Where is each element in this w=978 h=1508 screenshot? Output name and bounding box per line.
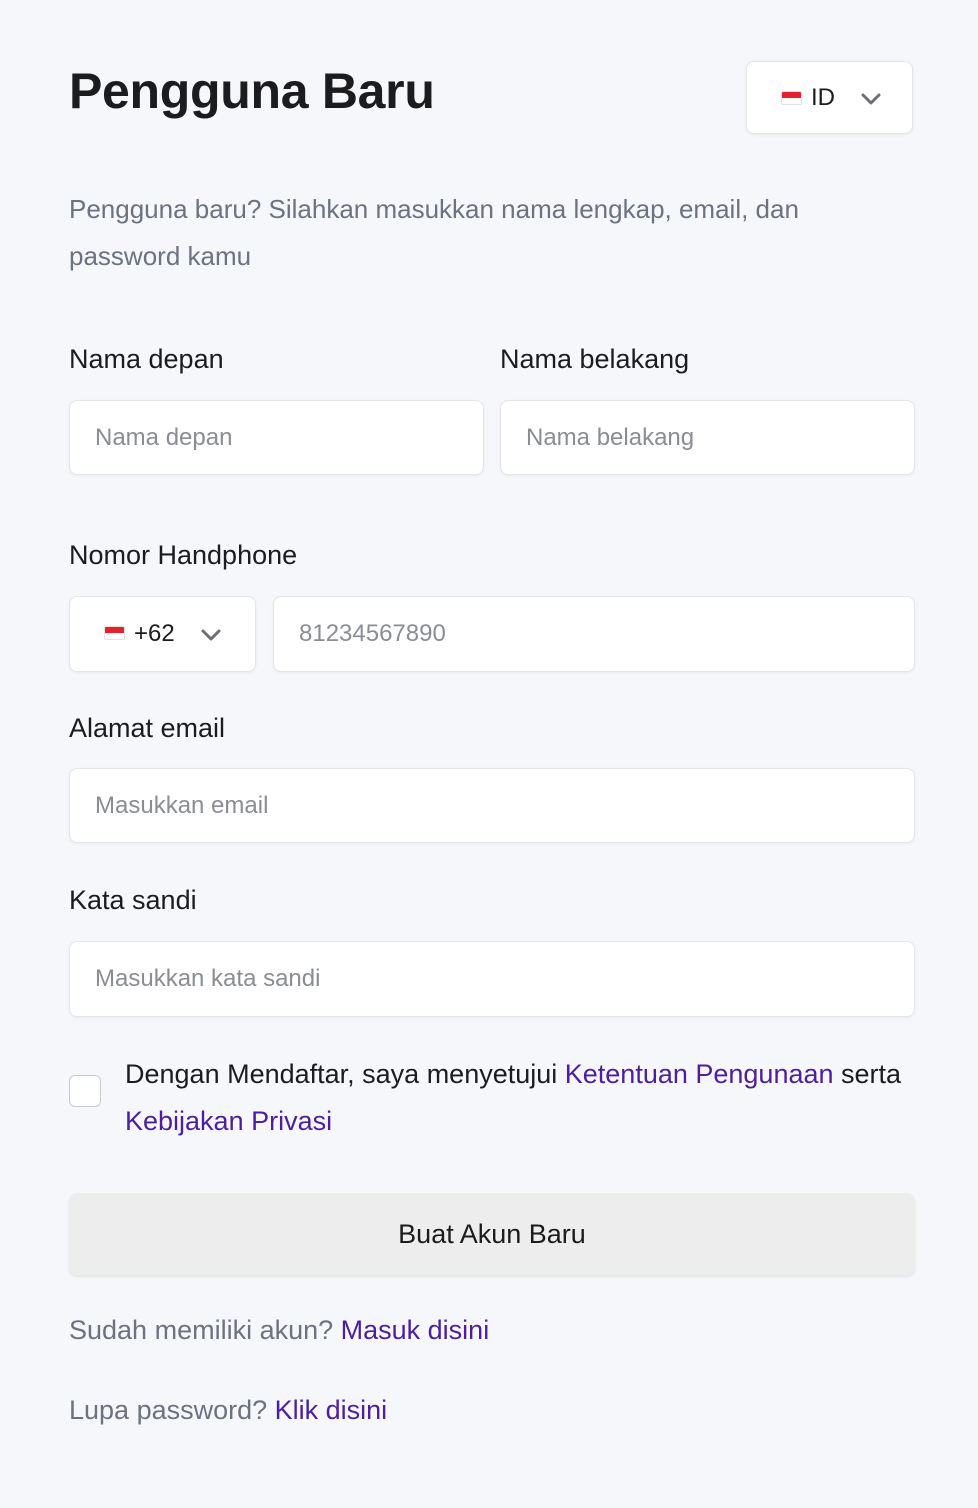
terms-text: Dengan Mendaftar, saya menyetujui Ketent… [125, 1051, 905, 1145]
phone-label: Nomor Handphone [69, 540, 298, 570]
last-name-label: Nama belakang [500, 344, 690, 374]
create-account-button[interactable]: Buat Akun Baru [69, 1193, 915, 1275]
indonesia-flag-icon [781, 91, 802, 105]
last-name-input[interactable] [500, 400, 915, 475]
country-code-value: +62 [134, 620, 175, 647]
terms-prefix: Dengan Mendaftar, saya menyetujui [125, 1059, 565, 1089]
indonesia-flag-icon [104, 626, 125, 640]
login-prompt: Sudah memiliki akun? Masuk disini [69, 1315, 489, 1346]
terms-checkbox[interactable] [69, 1075, 101, 1107]
password-label: Kata sandi [69, 885, 197, 915]
language-select[interactable]: ID [746, 61, 913, 134]
privacy-policy-link[interactable]: Kebijakan Privasi [125, 1106, 332, 1136]
login-prompt-text: Sudah memiliki akun? [69, 1315, 341, 1345]
language-code: ID [811, 84, 835, 111]
forgot-password-link[interactable]: Klik disini [275, 1395, 388, 1425]
login-link[interactable]: Masuk disini [341, 1315, 490, 1345]
terms-of-use-link[interactable]: Ketentuan Pengunaan [565, 1059, 834, 1089]
forgot-prompt-text: Lupa password? [69, 1395, 275, 1425]
phone-input[interactable] [273, 596, 915, 672]
terms-middle: serta [833, 1059, 902, 1089]
first-name-input[interactable] [69, 400, 484, 475]
country-code-select[interactable]: +62 [69, 596, 256, 672]
chevron-down-icon [201, 629, 221, 641]
forgot-password-prompt: Lupa password? Klik disini [69, 1395, 387, 1426]
page-title: Pengguna Baru [69, 63, 435, 119]
page-subtitle: Pengguna baru? Silahkan masukkan nama le… [69, 194, 799, 271]
email-label: Alamat email [69, 713, 226, 743]
first-name-label: Nama depan [69, 344, 224, 374]
email-input[interactable] [69, 768, 915, 843]
chevron-down-icon [861, 93, 881, 105]
password-input[interactable] [69, 941, 915, 1017]
